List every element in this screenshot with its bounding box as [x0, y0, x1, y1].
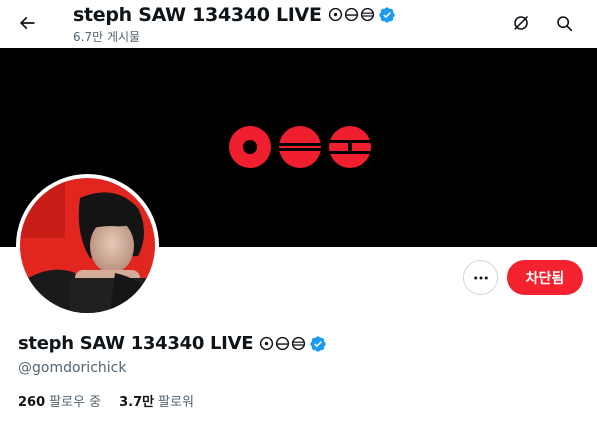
brick-circle-icon — [344, 7, 358, 22]
blocked-button[interactable]: 차단됨 — [507, 260, 583, 295]
header-title-block: steph SAW 134340 LIVE 6.7만 게시물 — [73, 3, 396, 45]
search-icon — [556, 15, 572, 31]
followers-label: 팔로워 — [158, 395, 195, 410]
verified-badge-icon — [378, 6, 396, 24]
profile-name: steph SAW 134340 LIVE — [18, 333, 254, 354]
profile-symbols — [259, 336, 306, 351]
followers-link[interactable]: 3.7만 팔로워 — [119, 391, 194, 410]
brick-circle-icon — [292, 336, 306, 351]
profile-handle: @gomdorichick — [18, 360, 127, 376]
post-count: 6.7만 게시물 — [73, 30, 141, 44]
profile-header: steph SAW 134340 LIVE 6.7만 게시물 — [0, 0, 597, 48]
following-link[interactable]: 260 팔로우 중 — [18, 391, 101, 410]
following-label: 팔로우 중 — [49, 395, 102, 410]
sun-icon — [328, 7, 342, 22]
brick-circle-icon — [276, 336, 290, 351]
more-options-button[interactable] — [463, 260, 498, 295]
following-count: 260 — [18, 395, 46, 410]
back-button[interactable] — [10, 6, 44, 40]
search-button[interactable] — [547, 6, 581, 40]
header-symbols — [328, 7, 375, 22]
profile-name-row: steph SAW 134340 LIVE — [18, 333, 327, 354]
avatar-image — [20, 178, 155, 313]
more-horizontal-icon — [473, 276, 488, 279]
sun-icon — [260, 336, 274, 351]
grok-icon — [514, 15, 529, 30]
followers-count: 3.7만 — [119, 395, 155, 410]
profile-avatar[interactable] — [16, 174, 159, 317]
header-title: steph SAW 134340 LIVE — [73, 3, 322, 26]
grok-button[interactable] — [504, 6, 538, 40]
verified-badge-icon[interactable] — [309, 335, 327, 353]
brick-circle-icon — [360, 7, 374, 22]
arrow-left-icon — [19, 16, 35, 30]
follow-stats: 260 팔로우 중 3.7만 팔로워 — [18, 391, 194, 410]
